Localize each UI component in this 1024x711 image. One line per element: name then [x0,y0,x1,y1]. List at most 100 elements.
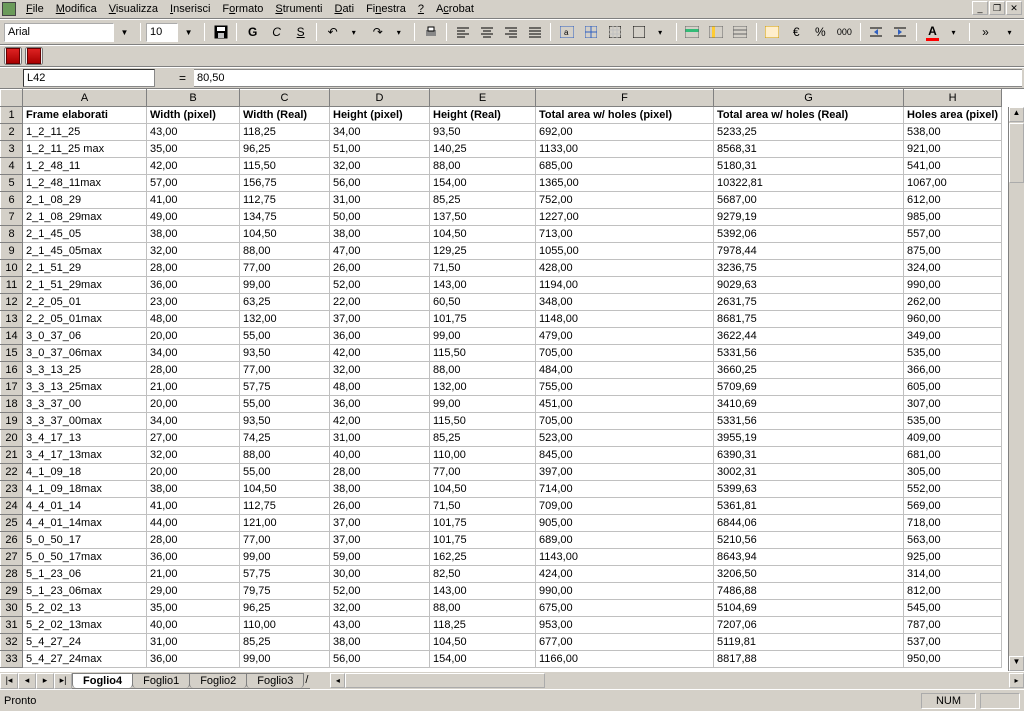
cell[interactable]: 38,00 [147,481,240,498]
scroll-down-button[interactable]: ▼ [1009,656,1024,671]
cell[interactable]: 28,00 [147,532,240,549]
cell[interactable]: 35,00 [147,600,240,617]
cell[interactable]: 718,00 [904,515,1002,532]
cell[interactable]: 34,00 [330,124,430,141]
cell[interactable]: 154,00 [430,175,536,192]
cell[interactable]: 132,00 [430,379,536,396]
cell[interactable]: 5_0_50_17 [23,532,147,549]
borders2-button[interactable] [629,21,650,43]
cell[interactable]: 30,00 [330,566,430,583]
header-cell[interactable]: Width (pixel) [147,107,240,124]
cell[interactable]: 31,00 [330,192,430,209]
cell[interactable]: 8681,75 [714,311,904,328]
cell[interactable]: 20,00 [147,464,240,481]
cell[interactable]: 692,00 [536,124,714,141]
decrease-indent-button[interactable] [866,21,887,43]
menu-file[interactable]: File [20,2,50,16]
cell[interactable]: 5331,56 [714,345,904,362]
cell[interactable]: 5687,00 [714,192,904,209]
cell[interactable]: 42,00 [147,158,240,175]
cell[interactable]: 552,00 [904,481,1002,498]
cell[interactable]: 7207,06 [714,617,904,634]
col-header-G[interactable]: G [714,90,904,107]
menu-visualizza[interactable]: Visualizza [103,2,164,16]
cell[interactable]: 101,75 [430,532,536,549]
cell[interactable]: 137,50 [430,209,536,226]
cell[interactable]: 307,00 [904,396,1002,413]
cell[interactable]: 9029,63 [714,277,904,294]
cell[interactable]: 6390,31 [714,447,904,464]
cell[interactable]: 71,50 [430,260,536,277]
cell[interactable]: 93,50 [430,124,536,141]
cell[interactable]: 36,00 [330,396,430,413]
cell[interactable]: 28,00 [147,260,240,277]
cell[interactable]: 99,00 [240,651,330,668]
cell[interactable]: 132,00 [240,311,330,328]
row-header-23[interactable]: 23 [1,481,23,498]
row-header-31[interactable]: 31 [1,617,23,634]
cell[interactable]: 41,00 [147,498,240,515]
row-header-9[interactable]: 9 [1,243,23,260]
cell[interactable]: 36,00 [147,549,240,566]
menu-inserisci[interactable]: Inserisci [164,2,216,16]
cell[interactable]: 5210,56 [714,532,904,549]
cell[interactable]: 99,00 [240,277,330,294]
menu-help[interactable]: ? [412,2,430,16]
cell[interactable]: 77,00 [430,464,536,481]
cell[interactable]: 681,00 [904,447,1002,464]
cell[interactable]: 32,00 [330,158,430,175]
cell[interactable]: 118,25 [430,617,536,634]
cell[interactable]: 3660,25 [714,362,904,379]
cell[interactable]: 1148,00 [536,311,714,328]
thousands-button[interactable]: 000 [834,21,855,43]
grid-button[interactable] [605,21,626,43]
cell[interactable]: 2_1_08_29max [23,209,147,226]
cell[interactable]: 35,00 [147,141,240,158]
cell[interactable]: 5392,06 [714,226,904,243]
cell[interactable]: 5_2_02_13 [23,600,147,617]
redo-button[interactable]: ↷ [367,21,388,43]
cell[interactable]: 50,00 [330,209,430,226]
row-header-28[interactable]: 28 [1,566,23,583]
row-header-13[interactable]: 13 [1,311,23,328]
row-header-5[interactable]: 5 [1,175,23,192]
delete-rows-button[interactable] [730,21,751,43]
cell[interactable]: 156,75 [240,175,330,192]
cell[interactable]: 34,00 [147,413,240,430]
cell[interactable]: 5119,81 [714,634,904,651]
cell[interactable]: 134,75 [240,209,330,226]
row-header-3[interactable]: 3 [1,141,23,158]
cell[interactable]: 99,00 [240,549,330,566]
cell[interactable]: 38,00 [147,226,240,243]
justify-button[interactable] [524,21,545,43]
cell[interactable]: 8643,94 [714,549,904,566]
cell[interactable]: 875,00 [904,243,1002,260]
col-header-B[interactable]: B [147,90,240,107]
cell[interactable]: 48,00 [147,311,240,328]
cell[interactable]: 3236,75 [714,260,904,277]
cell[interactable]: 162,25 [430,549,536,566]
cell[interactable]: 3410,69 [714,396,904,413]
vertical-scrollbar[interactable]: ▲ ▼ [1008,107,1024,671]
cell[interactable]: 523,00 [536,430,714,447]
cell[interactable]: 5_1_23_06 [23,566,147,583]
cell[interactable]: 4_1_09_18max [23,481,147,498]
header-cell[interactable]: Height (Real) [430,107,536,124]
cell[interactable]: 85,25 [240,634,330,651]
cell[interactable]: 56,00 [330,175,430,192]
cell[interactable]: 40,00 [330,447,430,464]
cell[interactable]: 2_2_05_01max [23,311,147,328]
row-header-16[interactable]: 16 [1,362,23,379]
cell[interactable]: 5_1_23_06max [23,583,147,600]
cell[interactable]: 63,25 [240,294,330,311]
cell[interactable]: 59,00 [330,549,430,566]
undo-dropdown[interactable]: ▾ [343,21,364,43]
cell[interactable]: 88,00 [430,600,536,617]
row-header-17[interactable]: 17 [1,379,23,396]
sheet-nav-prev[interactable]: ◂ [18,673,36,689]
cell[interactable]: 812,00 [904,583,1002,600]
window-restore[interactable]: ❐ [989,1,1005,15]
window-minimize[interactable]: _ [972,1,988,15]
cell[interactable]: 1_2_48_11max [23,175,147,192]
cell[interactable]: 1194,00 [536,277,714,294]
